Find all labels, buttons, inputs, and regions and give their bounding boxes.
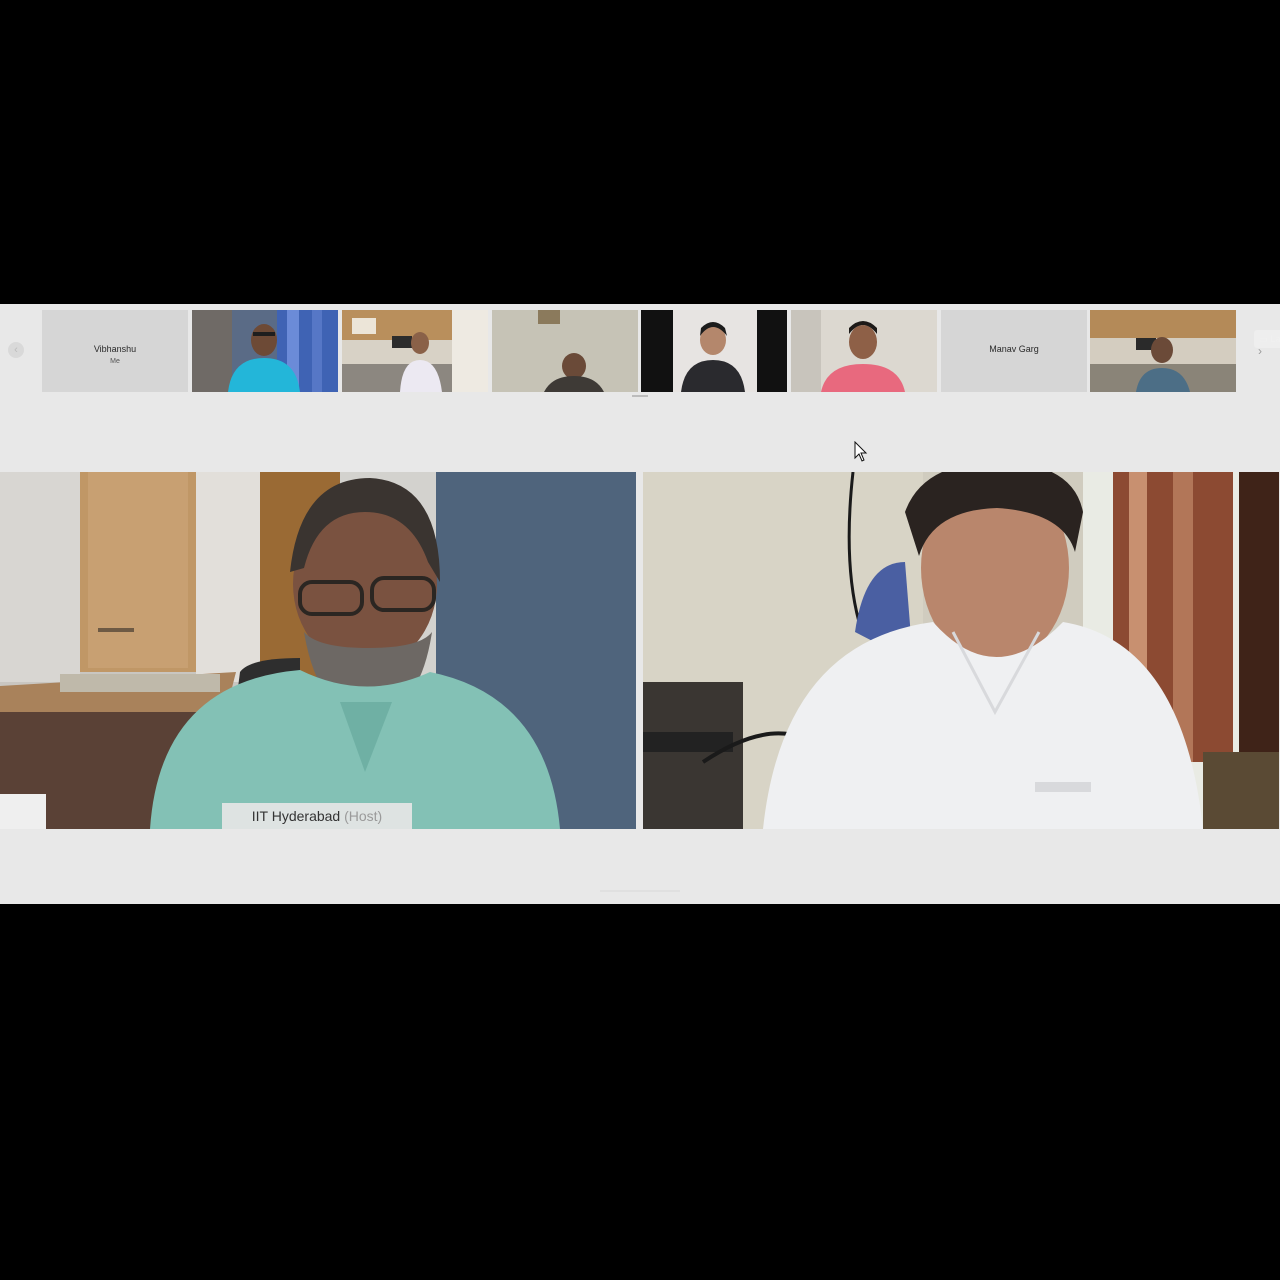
speaker-video <box>643 472 1279 829</box>
participant-name-plate: IIT Hyderabad (Host) <box>222 803 412 829</box>
participant-tile-video[interactable] <box>492 310 638 392</box>
participant-video <box>342 310 488 392</box>
host-video <box>0 472 636 829</box>
mouse-cursor-icon <box>854 441 868 462</box>
participant-video <box>1090 310 1236 392</box>
host-role-label: (Host) <box>344 808 383 824</box>
participant-tile-video[interactable] <box>192 310 338 392</box>
participant-name: Vibhanshu <box>93 344 137 354</box>
main-video-tile-host[interactable]: IIT Hyderabad (Host) <box>0 472 636 829</box>
layout-label: Layout <box>1270 334 1280 344</box>
chevron-right-icon[interactable]: › <box>1254 344 1266 358</box>
strip-resize-handle[interactable] <box>632 395 648 397</box>
participant-video <box>791 310 937 392</box>
participant-tile-vibhanshu[interactable]: Vibhanshu Me <box>42 310 188 392</box>
participant-tile-video[interactable] <box>791 310 937 392</box>
meeting-window: ‹ Vibhanshu Me Manav Garg ▭ La › IIT Hyd… <box>0 304 1280 904</box>
main-video-tile-speaker[interactable] <box>643 472 1279 829</box>
chevron-left-icon[interactable]: ‹ <box>8 342 24 358</box>
participant-tile-video[interactable] <box>641 310 787 392</box>
participant-name: Manav Garg <box>989 344 1039 354</box>
participant-strip: Vibhanshu Me Manav Garg ▭ La <box>42 310 1280 393</box>
participant-video <box>492 310 638 392</box>
participant-video <box>641 310 787 392</box>
bottom-resize-handle[interactable] <box>600 890 680 892</box>
host-name: IIT Hyderabad <box>251 808 341 824</box>
participant-tile-video[interactable] <box>342 310 488 392</box>
participant-tile-video[interactable] <box>1090 310 1236 392</box>
participant-video <box>192 310 338 392</box>
participant-sub-label: Me <box>110 358 120 365</box>
participant-tile-manav-garg[interactable]: Manav Garg <box>941 310 1087 392</box>
